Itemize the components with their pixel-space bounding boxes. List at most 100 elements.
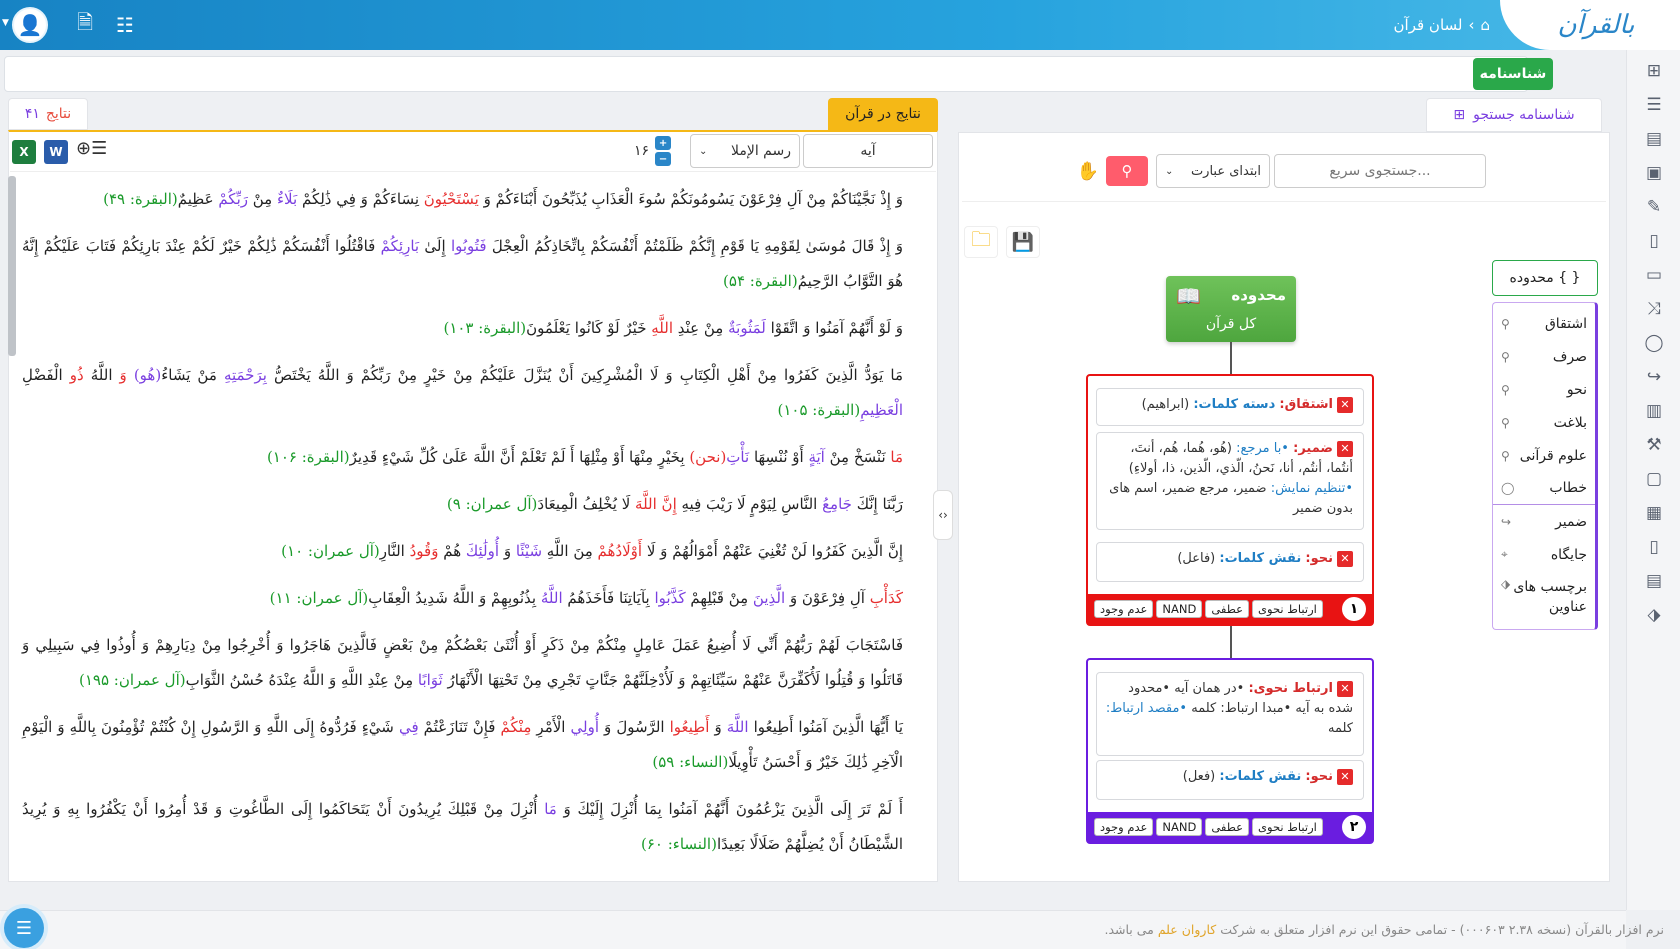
highlighted-word[interactable]: (هُو) [134, 366, 161, 384]
clipboard-icon[interactable]: ▭ [1627, 258, 1680, 292]
match-mode-select[interactable]: ابتدای عبارت ⌄ [1156, 154, 1270, 188]
not-exist-button[interactable]: عدم وجود [1094, 818, 1154, 836]
highlighted-word[interactable]: أَطِيعُوا [670, 718, 710, 736]
menu-item-quran-sciences[interactable]: علوم قرآنی ⚲ [1493, 439, 1595, 472]
highlighted-word[interactable]: اللَّهَ [727, 718, 749, 736]
tab-search-profile[interactable]: شناسنامه جستجو ⊞ [1426, 98, 1602, 132]
highlighted-word[interactable]: يَسْتَحْيُونَ [424, 190, 479, 208]
remove-condition-icon[interactable]: ✕ [1337, 440, 1353, 457]
highlighted-word[interactable]: وَقُودُ [410, 542, 439, 560]
highlighted-word[interactable]: اللَّهِ [651, 319, 673, 337]
shuffle-icon[interactable]: ⤨ [1627, 292, 1680, 326]
share-icon[interactable]: ↪ [1627, 360, 1680, 394]
identity-button[interactable]: شناسنامه [1473, 58, 1553, 90]
verse-item[interactable]: كَدَأْبِ آلِ فِرْعَوْنَ وَ الَّذِينَ مِن… [12, 575, 917, 622]
remove-condition-icon[interactable]: ✕ [1337, 396, 1353, 413]
chat-button[interactable]: ☰ [4, 908, 44, 948]
highlighted-word[interactable]: الْعَظِيمِ [860, 401, 903, 419]
add-list-icon[interactable]: ⊕☰ [76, 138, 107, 159]
verse-item[interactable]: مَا نَنْسَخْ مِنْ آيَةٍ أَوْ نُنْسِهَا ن… [12, 434, 917, 481]
user-avatar[interactable]: 👤 [12, 7, 48, 43]
highlighted-word[interactable]: (نحن) [689, 448, 726, 466]
breadcrumb-current[interactable]: لسان قرآن [1394, 16, 1463, 34]
highlighted-word[interactable]: أُولِي [571, 718, 599, 736]
clear-search-icon[interactable]: ✋ [1074, 156, 1102, 186]
tag-icon[interactable]: ⬗ [1627, 598, 1680, 632]
highlighted-word[interactable]: الَّذِينَ [753, 589, 785, 607]
verse-item[interactable]: يَا أَيُّهَا الَّذِينَ آمَنُوا أَطِيعُوا… [12, 704, 917, 786]
highlighted-word[interactable]: جَامِعُ [822, 495, 852, 513]
tab-quran-results[interactable]: نتایج در قرآن [828, 98, 938, 130]
highlighted-word[interactable]: ثَوَابًا [418, 671, 443, 689]
footer-company-link[interactable]: کاروان علم [1158, 922, 1216, 937]
tools-icon[interactable]: ⚒ [1627, 428, 1680, 462]
tab-results-count[interactable]: نتایج ۴۱ [8, 98, 88, 130]
menu-item-morphology[interactable]: صرف ⚲ [1493, 340, 1595, 373]
quick-search-input[interactable]: جستجوی سریع... [1274, 154, 1486, 188]
calendar-icon[interactable]: ▦ [1627, 496, 1680, 530]
syntax-link-button[interactable]: ارتباط نحوی [1252, 818, 1323, 836]
condition-syntax-link[interactable]: ✕ارتباط نحوی: •در همان آیه •محدود شده به… [1096, 672, 1364, 756]
save-icon[interactable]: 💾 [1006, 226, 1040, 258]
highlighted-word[interactable]: اللَّهُ [541, 589, 563, 607]
highlighted-word[interactable]: آيَةٍ [808, 448, 824, 466]
condition-derivation[interactable]: ✕ اشتقاق: دسته کلمات: (ابراهیم) [1096, 388, 1364, 426]
remove-condition-icon[interactable]: ✕ [1337, 768, 1353, 785]
chat-icon[interactable]: ◯ [1627, 326, 1680, 360]
menu-item-rhetoric[interactable]: بلاغت ⚲ [1493, 406, 1595, 439]
verse-item[interactable]: فَاسْتَجَابَ لَهُمْ رَبُّهُمْ أَنِّي لَا… [12, 622, 917, 704]
translate-icon[interactable]: ▣ [1627, 156, 1680, 190]
highlighted-word[interactable]: مَا [544, 800, 557, 818]
notes-icon[interactable]: ▤ [1627, 564, 1680, 598]
verse-item[interactable]: رَبَّنَا إِنَّكَ جَامِعُ النَّاسِ لِيَوْ… [12, 481, 917, 528]
nand-button[interactable]: NAND [1156, 818, 1203, 836]
not-exist-button[interactable]: عدم وجود [1094, 600, 1154, 618]
highlighted-word[interactable]: مَا [890, 448, 903, 466]
highlighted-word[interactable]: وَ [120, 366, 134, 384]
highlighted-word[interactable]: فِي [399, 718, 419, 736]
highlighted-word[interactable]: بَارِئِكُمْ [381, 237, 419, 255]
verse-item[interactable]: وَ إِذْ قَالَ مُوسَىٰ لِقَوْمِهِ يَا قَو… [12, 223, 917, 305]
highlighted-word[interactable]: ذُو [70, 366, 84, 384]
remove-condition-icon[interactable]: ✕ [1337, 550, 1353, 567]
home-icon[interactable]: ⌂ [1480, 16, 1490, 34]
verse-item[interactable]: وَ لَوْ أَنَّهُمْ آمَنُوا وَ اتَّقَوْا ل… [12, 305, 917, 352]
condition-syntax[interactable]: ✕ نحو: نقش کلمات: (فعل) [1096, 760, 1364, 800]
verse-item[interactable]: إِنَّ الَّذِينَ كَفَرُوا لَنْ تُغْنِيَ ع… [12, 528, 917, 575]
remove-condition-icon[interactable]: ✕ [1337, 680, 1353, 697]
highlighted-word[interactable]: إِنَّ اللَّهَ [635, 495, 677, 513]
highlighted-word[interactable]: فَتُوبُوا [451, 237, 487, 255]
document-icon[interactable]: ▯ [1627, 224, 1680, 258]
highlighted-word[interactable]: رَبِّكُمْ [218, 190, 248, 208]
list-menu-icon[interactable]: ☷ [110, 10, 140, 40]
script-select[interactable]: رسم الإملا ⌄ [690, 134, 800, 168]
menu-item-address[interactable]: خطاب ◯ [1493, 472, 1595, 505]
menu-item-derivation[interactable]: اشتقاق ⚲ [1493, 307, 1595, 340]
syntax-link-button[interactable]: ارتباط نحوی [1252, 600, 1323, 618]
open-folder-icon[interactable]: 🗀 [964, 226, 998, 258]
scope-menu-button[interactable]: { } محدوده [1492, 260, 1598, 296]
search-button[interactable]: ⚲ [1106, 156, 1148, 186]
condition-pronoun[interactable]: ✕ضمیر: •با مرجع: (هُو، هُما، هُم، أنتَ، … [1096, 432, 1364, 530]
conjunction-button[interactable]: عطفی [1205, 600, 1250, 618]
highlighted-word[interactable]: نَأْتِ [726, 448, 749, 466]
font-size-stepper[interactable]: ۱۶ + − [630, 134, 686, 168]
notebook-icon[interactable]: ▢ [1627, 462, 1680, 496]
menu-item-title-tags[interactable]: برچسب های عناوین ⬗ [1493, 571, 1595, 623]
menu-item-syntax[interactable]: نحو ⚲ [1493, 373, 1595, 406]
unit-select[interactable]: آیه [803, 134, 933, 168]
excel-export-icon[interactable]: X [12, 140, 36, 164]
condition-syntax[interactable]: ✕ نحو: نقش کلمات: (فاعل) [1096, 542, 1364, 582]
verse-item[interactable]: أَ لَمْ تَرَ إِلَى الَّذِينَ يَزْعُمُونَ… [12, 786, 917, 868]
menu-item-position[interactable]: جایگاه ⌖ [1493, 538, 1595, 571]
new-document-icon[interactable]: 🗎 [70, 10, 100, 40]
chevron-down-icon[interactable]: ▼ [2, 18, 9, 28]
list-icon[interactable]: ☰ [1627, 88, 1680, 122]
note-icon[interactable]: ▯ [1627, 530, 1680, 564]
sitemap-icon[interactable]: ⊞ [1627, 54, 1680, 88]
scope-node[interactable]: محدوده 📖 کل قرآن [1166, 276, 1296, 342]
minus-icon[interactable]: − [655, 152, 672, 166]
highlighted-word[interactable]: لَمَثُوبَةٌ [728, 319, 766, 337]
pen-icon[interactable]: ✎ [1627, 190, 1680, 224]
library-icon[interactable]: ▥ [1627, 394, 1680, 428]
